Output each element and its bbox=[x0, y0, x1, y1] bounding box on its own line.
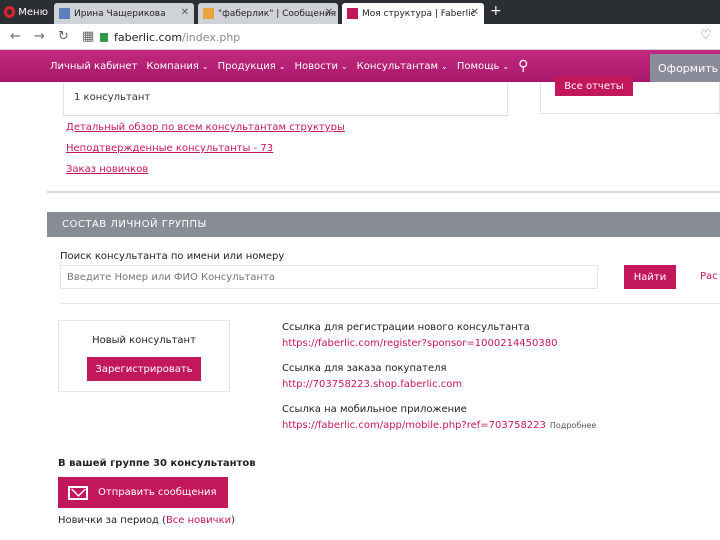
chevron-down-icon: ⌄ bbox=[502, 61, 510, 71]
divider-line bbox=[60, 303, 720, 304]
all-reports-button[interactable]: Все отчеты bbox=[555, 76, 633, 96]
mobile-app-link-label: Ссылка на мобильное приложение bbox=[282, 404, 467, 415]
extended-search-link[interactable]: Рас bbox=[700, 271, 718, 282]
newbies-order-link[interactable]: Заказ новичков bbox=[66, 164, 148, 175]
detailed-overview-link[interactable]: Детальный обзор по всем консультантам ст… bbox=[66, 122, 345, 133]
search-label: Поиск консультанта по имени или номеру bbox=[60, 251, 285, 262]
heart-icon[interactable]: ♡ bbox=[700, 28, 712, 43]
nav-personal-cabinet[interactable]: Личный кабинет bbox=[50, 61, 137, 72]
find-button[interactable]: Найти bbox=[624, 265, 676, 289]
chevron-down-icon: ⌄ bbox=[201, 61, 209, 71]
tab-title: Моя структура | Faberlic bbox=[362, 8, 476, 19]
chevron-down-icon: ⌄ bbox=[278, 61, 286, 71]
new-consultant-box: Новый консультант Зарегистрировать bbox=[58, 320, 230, 392]
section-divider bbox=[47, 191, 720, 193]
send-messages-button[interactable]: Отправить сообщения bbox=[58, 477, 228, 508]
reload-icon[interactable]: ↻ bbox=[58, 29, 69, 44]
close-tab-icon[interactable]: ✕ bbox=[471, 7, 479, 18]
tab-title: Ирина Чащерикова bbox=[74, 8, 166, 19]
tab-title: "фаберлик" | Сообщения bbox=[218, 8, 337, 19]
newbies-period-text: Новички за период (Все новички) bbox=[58, 515, 236, 526]
vk-favicon-icon bbox=[59, 8, 70, 19]
checkout-button[interactable]: Оформить з bbox=[650, 54, 720, 82]
group-count-text: В вашей группе 30 консультантов bbox=[58, 458, 256, 469]
tab-2[interactable]: "фаберлик" | Сообщения ✕ bbox=[198, 3, 338, 24]
browser-tab-bar: Меню Ирина Чащерикова ✕ "фаберлик" | Соо… bbox=[0, 0, 720, 24]
back-icon[interactable]: ← bbox=[10, 29, 21, 44]
register-button[interactable]: Зарегистрировать bbox=[87, 357, 201, 381]
mobile-app-link-url[interactable]: https://faberlic.com/app/mobile.php?ref=… bbox=[282, 420, 546, 431]
envelope-icon bbox=[68, 485, 88, 500]
menu-label: Меню bbox=[18, 6, 48, 18]
new-consultant-title: Новый консультант bbox=[92, 335, 196, 346]
nav-company[interactable]: Компания ⌄ bbox=[146, 61, 208, 72]
more-details-link[interactable]: Подробнее bbox=[550, 421, 596, 430]
opera-menu-button[interactable]: Меню bbox=[0, 0, 48, 24]
tab-1[interactable]: Ирина Чащерикова ✕ bbox=[54, 3, 194, 24]
search-icon[interactable]: ⚲ bbox=[518, 58, 528, 74]
close-tab-icon[interactable]: ✕ bbox=[325, 7, 333, 18]
register-link-label: Ссылка для регистрации нового консультан… bbox=[282, 322, 530, 333]
opera-logo-icon bbox=[4, 6, 16, 18]
chevron-down-icon: ⌄ bbox=[441, 61, 448, 71]
nav-help[interactable]: Помощь ⌄ bbox=[457, 61, 509, 72]
shop-link-label: Ссылка для заказа покупателя bbox=[282, 363, 447, 374]
new-tab-icon[interactable]: + bbox=[490, 3, 502, 19]
url-host: faberlic.com bbox=[114, 31, 183, 44]
all-newbies-link[interactable]: Все новички bbox=[166, 515, 231, 526]
unconfirmed-consultants-link[interactable]: Неподтвержденные консультанты - 73 bbox=[66, 143, 273, 154]
shop-link-url[interactable]: http://703758223.shop.faberlic.com bbox=[282, 379, 462, 390]
lock-icon bbox=[100, 33, 108, 42]
address-bar: ← → ↻ ▦ faberlic.com/index.php ♡ bbox=[0, 24, 720, 50]
url-field[interactable]: faberlic.com/index.php bbox=[100, 29, 690, 46]
chevron-down-icon: ⌄ bbox=[340, 61, 348, 71]
url-path: /index.php bbox=[182, 31, 241, 44]
nav-news[interactable]: Новости ⌄ bbox=[294, 61, 347, 72]
speed-dial-icon[interactable]: ▦ bbox=[82, 29, 94, 44]
register-link-url[interactable]: https://faberlic.com/register?sponsor=10… bbox=[282, 338, 557, 349]
mail-favicon-icon bbox=[203, 8, 214, 19]
consultant-search-input[interactable] bbox=[60, 265, 598, 289]
faberlic-favicon-icon bbox=[347, 8, 358, 19]
consultant-count-text: 1 консультант bbox=[74, 92, 151, 103]
nav-consultants[interactable]: Консультантам ⌄ bbox=[357, 61, 448, 72]
forward-icon[interactable]: → bbox=[34, 29, 45, 44]
send-messages-label: Отправить сообщения bbox=[98, 487, 217, 498]
section-header: СОСТАВ ЛИЧНОЙ ГРУППЫ bbox=[47, 212, 720, 237]
mobile-app-link-row: https://faberlic.com/app/mobile.php?ref=… bbox=[282, 420, 596, 431]
nav-items: Личный кабинет Компания ⌄ Продукция ⌄ Ново… bbox=[50, 50, 528, 82]
tab-3-active[interactable]: Моя структура | Faberlic ✕ bbox=[342, 3, 484, 24]
close-tab-icon[interactable]: ✕ bbox=[181, 7, 189, 18]
nav-products[interactable]: Продукция ⌄ bbox=[218, 61, 286, 72]
consultant-count-box: 1 консультант bbox=[63, 82, 508, 116]
